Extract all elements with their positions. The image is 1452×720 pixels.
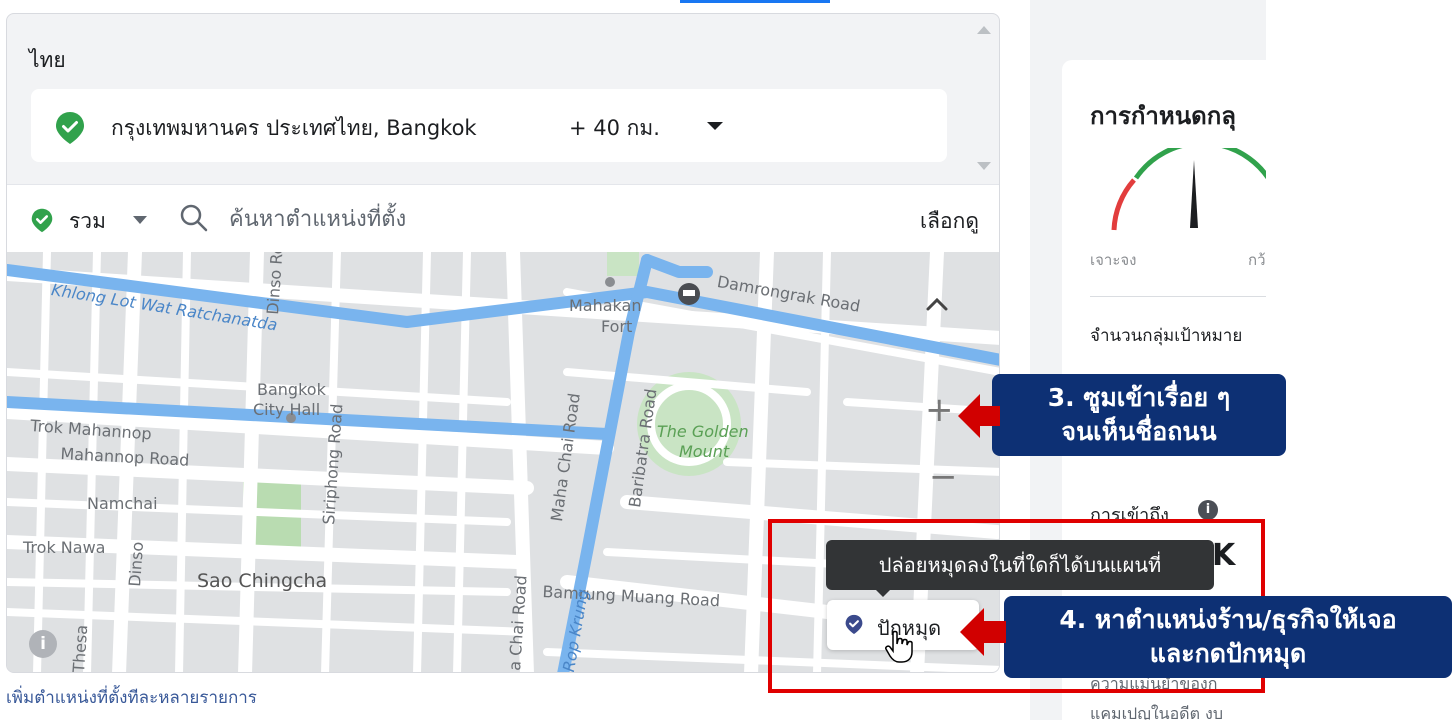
map-label-city-hall: City Hall	[253, 400, 321, 419]
scroll-up-icon[interactable]	[977, 26, 991, 34]
map-info-icon[interactable]: i	[29, 630, 57, 658]
map-label-trok-nawa: Trok Nawa	[23, 538, 106, 557]
gauge-specific-label: เจาะจง	[1090, 251, 1137, 269]
add-multiple-locations-link[interactable]: เพิ่มตำแหน่งที่ตั้งทีละหลายรายการ	[6, 684, 257, 711]
country-heading: ไทย	[29, 48, 66, 72]
search-icon	[180, 204, 208, 232]
radius-dropdown-icon[interactable]	[707, 122, 723, 130]
zoom-in-button[interactable]: +	[925, 390, 954, 430]
active-tab-indicator	[680, 0, 830, 3]
arrow-step4-icon	[960, 608, 1006, 656]
browse-button[interactable]: เลือกดู	[920, 205, 979, 238]
step4-line1: 4. หาตำแหน่งร้าน/ธุรกิจให้เจอ	[1059, 605, 1397, 634]
location-search-input[interactable]	[229, 199, 829, 239]
divider	[1090, 296, 1266, 297]
step3-callout: 3. ซูมเข้าเรื่อย ๆ จนเห็นชื่อถนน	[992, 374, 1286, 456]
reach-info-icon[interactable]: i	[1198, 500, 1218, 520]
map-label-thesa: Thesa	[69, 624, 92, 673]
map-label-golden: The Golden	[657, 422, 749, 441]
location-name: กรุงเทพมหานคร ประเทศไทย, Bangkok	[111, 116, 477, 140]
scroll-down-icon[interactable]	[977, 162, 991, 170]
gauge-broad-label: กว้	[1248, 251, 1266, 269]
map-label-fort: Fort	[601, 317, 633, 336]
audience-definition-title: การกำหนดกลุ	[1090, 102, 1236, 130]
drop-pin-icon	[845, 614, 863, 635]
step3-line1: 3. ซูมเข้าเรื่อย ๆ	[1047, 383, 1231, 412]
map-label-mahakan: Mahakan	[569, 296, 642, 315]
include-dropdown[interactable]: รวม	[69, 205, 106, 238]
include-dropdown-icon[interactable]	[133, 216, 147, 224]
include-pin-icon	[31, 208, 53, 233]
map-label-mount: Mount	[679, 442, 730, 461]
step4-callout: 4. หาตำแหน่งร้าน/ธุรกิจให้เจอ และกดปักหม…	[1004, 596, 1452, 678]
radius-selector[interactable]: + 40 กม.	[569, 112, 660, 145]
selected-location-card: กรุงเทพมหานคร ประเทศไทย, Bangkok + 40 กม…	[31, 89, 947, 162]
map-label-namchai: Namchai	[87, 494, 158, 513]
audience-size-label: จำนวนกลุ่มเป้าหมาย	[1090, 326, 1243, 346]
drop-pin-tooltip: ปล่อยหมุดลงในที่ใดก็ได้บนแผนที่	[826, 540, 1214, 590]
campaign-note: แคมเปญในอดีต งบ	[1090, 704, 1224, 720]
map-label-dinso-2: Dinso	[125, 541, 148, 588]
step3-line2: จนเห็นชื่อถนน	[1061, 417, 1217, 446]
map-label-bangkok: Bangkok	[257, 380, 326, 399]
map-pan-up-icon[interactable]	[922, 289, 952, 319]
audience-gauge	[1111, 148, 1266, 231]
location-search-row: รวม เลือกดู	[7, 184, 999, 252]
map-label-sao-chingcha: Sao Chingcha	[197, 570, 328, 592]
arrow-step3-icon	[958, 394, 1000, 438]
location-pin-icon	[56, 112, 84, 144]
hand-cursor-icon	[885, 630, 913, 663]
tooltip-arrow	[874, 588, 892, 597]
step4-line2: และกดปักหมุด	[1149, 639, 1307, 668]
zoom-out-button[interactable]: −	[929, 457, 958, 497]
